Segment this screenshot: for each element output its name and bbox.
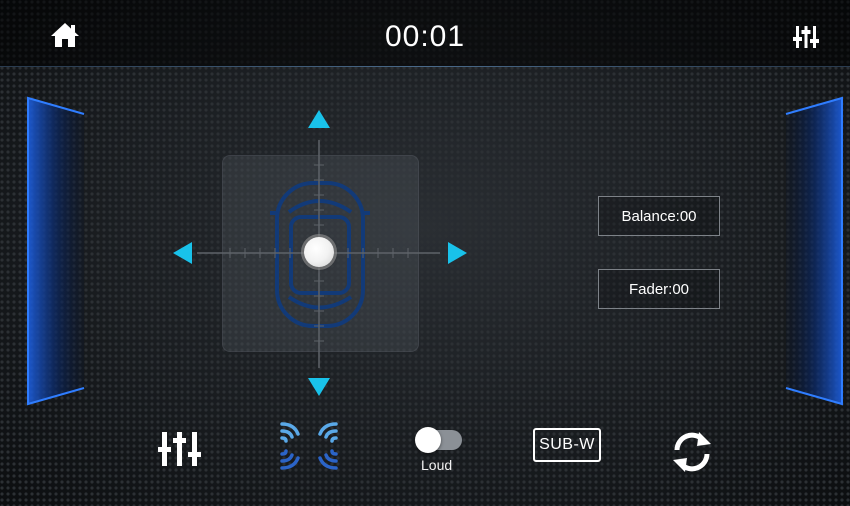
- loud-label: Loud: [421, 457, 453, 473]
- loud-toggle[interactable]: [415, 427, 464, 453]
- loud-toggle-knob: [415, 427, 441, 453]
- balance-right-arrow[interactable]: [448, 242, 467, 264]
- balance-fader-handle[interactable]: [304, 237, 334, 267]
- right-speaker-panel: [785, 96, 843, 406]
- reset-button[interactable]: [669, 430, 715, 474]
- equalizer-icon: [793, 26, 819, 48]
- clock-display: 00:01: [384, 20, 466, 53]
- reset-icon: [673, 432, 711, 472]
- speaker-layout-button[interactable]: [280, 420, 338, 472]
- equalizer-settings-button[interactable]: [791, 22, 821, 52]
- fader-front-arrow[interactable]: [308, 110, 330, 128]
- fader-readout: Fader:00: [598, 269, 720, 309]
- fader-rear-arrow[interactable]: [308, 378, 330, 396]
- top-bar-divider: [40, 66, 810, 67]
- left-speaker-panel: [27, 96, 85, 406]
- equalizer-button[interactable]: [158, 428, 202, 468]
- subwoofer-button[interactable]: SUB-W: [533, 428, 601, 462]
- equalizer-icon: [158, 432, 201, 466]
- balance-left-arrow[interactable]: [173, 242, 192, 264]
- speaker-layout-icon: [280, 422, 338, 470]
- balance-readout: Balance:00: [598, 196, 720, 236]
